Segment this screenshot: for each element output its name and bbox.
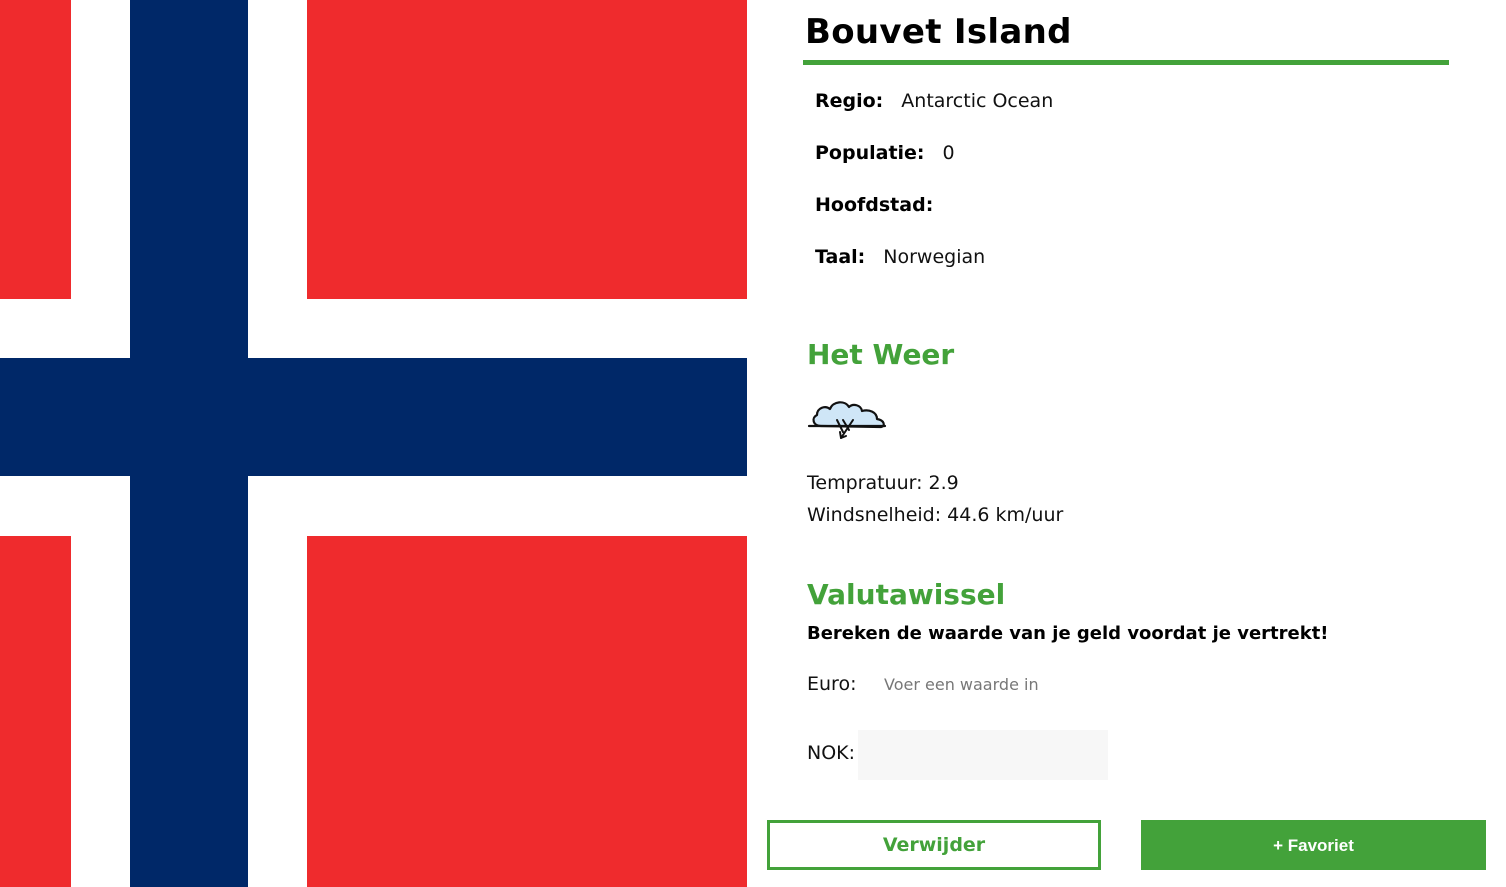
population-label: Populatie: xyxy=(815,142,925,164)
country-flag-image xyxy=(0,0,747,887)
nok-result-field xyxy=(858,730,1108,780)
info-capital: Hoofdstad: xyxy=(815,193,951,217)
country-title: Bouvet Island xyxy=(805,12,1072,52)
info-language: Taal: Norwegian xyxy=(815,245,985,269)
euro-label: Euro: xyxy=(807,673,857,695)
region-value: Antarctic Ocean xyxy=(901,90,1054,112)
cloud-hail-icon xyxy=(807,401,887,439)
weather-heading: Het Weer xyxy=(807,338,955,371)
currency-subtitle: Bereken de waarde van je geld voordat je… xyxy=(807,623,1329,644)
title-underline xyxy=(803,60,1449,65)
country-detail-page: Bouvet Island Regio: Antarctic Ocean Popu… xyxy=(0,0,1506,887)
remove-button[interactable]: Verwijder xyxy=(767,820,1101,870)
add-favorite-button[interactable]: + Favoriet xyxy=(1141,820,1486,870)
info-region: Regio: Antarctic Ocean xyxy=(815,89,1053,113)
wind-speed-text: Windsnelheid: 44.6 km/uur xyxy=(807,504,1064,526)
temperature-text: Tempratuur: 2.9 xyxy=(807,472,959,494)
region-label: Regio: xyxy=(815,90,884,112)
currency-heading: Valutawissel xyxy=(807,578,1006,611)
flag-blue-cross-horizontal xyxy=(0,358,747,476)
info-population: Populatie: 0 xyxy=(815,141,955,165)
population-value: 0 xyxy=(942,142,955,164)
language-value: Norwegian xyxy=(883,246,986,268)
nok-label: NOK: xyxy=(807,742,856,764)
capital-label: Hoofdstad: xyxy=(815,194,934,216)
euro-amount-input[interactable] xyxy=(872,663,1112,705)
language-label: Taal: xyxy=(815,246,866,268)
